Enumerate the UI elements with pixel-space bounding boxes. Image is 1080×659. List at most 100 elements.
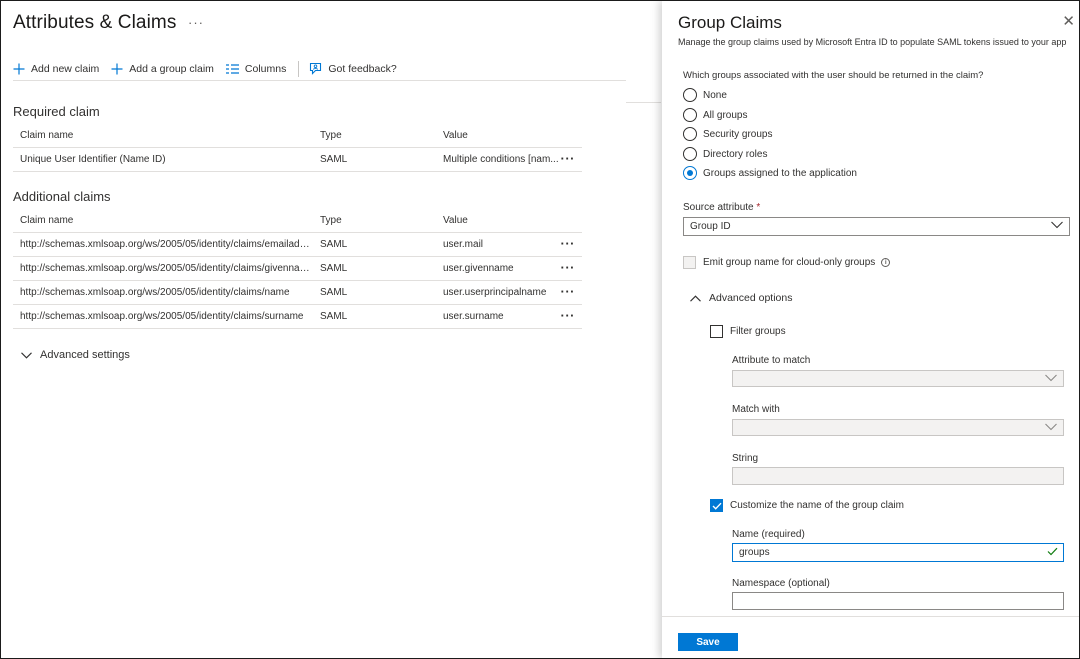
panel-title: Group Claims	[678, 13, 782, 32]
customize-group-claim-label: Customize the name of the group claim	[730, 500, 904, 511]
claim-name-value: groups	[739, 547, 770, 558]
claim-name-cell[interactable]: http://schemas.xmlsoap.org/ws/2005/05/id…	[13, 239, 313, 250]
radio-label: All groups	[703, 109, 748, 121]
additional-claims-heading: Additional claims	[13, 189, 111, 204]
emit-group-name-checkbox[interactable]: Emit group name for cloud-only groups i	[683, 256, 891, 269]
radio-label: Security groups	[703, 128, 773, 140]
row-more-button[interactable]: ···	[561, 260, 576, 275]
column-header-value[interactable]: Value	[436, 215, 582, 226]
chevron-down-icon	[1045, 374, 1057, 382]
chevron-down-icon	[1051, 221, 1063, 229]
radio-button[interactable]	[683, 147, 697, 161]
radio-button[interactable]	[683, 127, 697, 141]
required-asterisk: *	[756, 202, 761, 213]
chevron-up-icon	[690, 294, 701, 302]
column-header-value[interactable]: Value	[436, 130, 582, 141]
claim-name-input[interactable]: groups	[732, 543, 1064, 562]
table-row[interactable]: http://schemas.xmlsoap.org/ws/2005/05/id…	[13, 305, 582, 329]
row-more-button[interactable]: ···	[561, 151, 576, 166]
namespace-input[interactable]	[732, 592, 1064, 610]
match-with-dropdown[interactable]	[732, 419, 1064, 436]
radio-button[interactable]	[683, 88, 697, 102]
feedback-button[interactable]: Got feedback?	[309, 59, 397, 79]
table-header-row: Claim name Type Value	[13, 209, 582, 233]
filter-groups-label: Filter groups	[730, 326, 786, 337]
radio-button-selected[interactable]	[683, 166, 697, 180]
radio-groups-assigned[interactable]: Groups assigned to the application	[683, 166, 857, 180]
close-icon[interactable]: ✕	[1062, 14, 1075, 29]
source-attribute-label: Source attribute *	[683, 202, 760, 213]
feedback-icon	[309, 62, 322, 75]
additional-claims-table: Claim name Type Value http://schemas.xml…	[13, 209, 582, 329]
save-button[interactable]: Save	[678, 633, 738, 651]
attribute-to-match-label: Attribute to match	[732, 355, 811, 366]
row-more-button[interactable]: ···	[561, 308, 576, 323]
string-label: String	[732, 453, 759, 464]
radio-directory-roles[interactable]: Directory roles	[683, 147, 767, 161]
radio-all-groups[interactable]: All groups	[683, 108, 747, 122]
claim-type-cell: SAML	[320, 239, 348, 250]
page-title: Attributes & Claims	[13, 12, 177, 33]
required-claim-table: Claim name Type Value Unique User Identi…	[13, 124, 582, 172]
plus-icon	[13, 63, 25, 75]
radio-none[interactable]: None	[683, 88, 727, 102]
column-header-type[interactable]: Type	[313, 130, 436, 141]
panel-body: Which groups associated with the user sh…	[662, 53, 1079, 616]
panel-footer: Save	[662, 616, 1079, 658]
checkbox[interactable]	[710, 325, 723, 338]
add-new-claim-button[interactable]: Add new claim	[13, 59, 99, 79]
add-new-claim-label: Add new claim	[31, 62, 100, 75]
column-header-claim-name[interactable]: Claim name	[13, 130, 313, 141]
table-row[interactable]: http://schemas.xmlsoap.org/ws/2005/05/id…	[13, 233, 582, 257]
attributes-claims-page: Attributes & Claims ··· Add new claim Ad…	[1, 1, 661, 658]
claim-name-cell[interactable]: http://schemas.xmlsoap.org/ws/2005/05/id…	[13, 263, 313, 274]
columns-button[interactable]: Columns	[225, 59, 286, 79]
info-icon[interactable]: i	[881, 258, 891, 267]
customize-group-claim-checkbox[interactable]: Customize the name of the group claim	[710, 499, 904, 512]
claim-name-cell[interactable]: http://schemas.xmlsoap.org/ws/2005/05/id…	[13, 311, 313, 322]
window-frame: Attributes & Claims ··· Add new claim Ad…	[0, 0, 1080, 659]
radio-security-groups[interactable]: Security groups	[683, 127, 772, 141]
match-with-label: Match with	[732, 404, 780, 415]
advanced-settings-label: Advanced settings	[40, 349, 130, 361]
table-row[interactable]: http://schemas.xmlsoap.org/ws/2005/05/id…	[13, 257, 582, 281]
toolbar-separator	[298, 60, 300, 77]
checkbox[interactable]	[683, 256, 696, 269]
attribute-to-match-dropdown[interactable]	[732, 370, 1064, 387]
group-claims-panel: Group Claims ✕ Manage the group claims u…	[662, 1, 1079, 658]
valid-check-icon	[1047, 547, 1058, 556]
radio-label: None	[703, 89, 727, 101]
chevron-down-icon	[1045, 423, 1057, 431]
table-row[interactable]: Unique User Identifier (Name ID) SAML Mu…	[13, 148, 582, 172]
source-attribute-text: Source attribute	[683, 202, 754, 213]
column-header-type[interactable]: Type	[313, 215, 436, 226]
radio-label: Directory roles	[703, 148, 768, 160]
row-more-button[interactable]: ···	[561, 236, 576, 251]
add-group-claim-label: Add a group claim	[129, 62, 214, 75]
row-more-button[interactable]: ···	[561, 284, 576, 299]
groups-question: Which groups associated with the user sh…	[683, 70, 984, 81]
divider	[626, 102, 661, 103]
checkbox-checked[interactable]	[710, 499, 723, 512]
claim-name-cell[interactable]: http://schemas.xmlsoap.org/ws/2005/05/id…	[13, 287, 313, 298]
radio-button[interactable]	[683, 108, 697, 122]
source-attribute-value: Group ID	[690, 221, 731, 232]
page-more-button[interactable]: ···	[188, 15, 204, 30]
table-row[interactable]: http://schemas.xmlsoap.org/ws/2005/05/id…	[13, 281, 582, 305]
claim-name-cell[interactable]: Unique User Identifier (Name ID)	[13, 154, 313, 165]
advanced-settings-toggle[interactable]: Advanced settings	[21, 349, 130, 361]
command-bar: Add new claim Add a group claim Columns	[13, 57, 626, 81]
string-input[interactable]	[732, 467, 1064, 485]
plus-icon	[111, 63, 123, 75]
checkmark-icon	[712, 502, 722, 510]
required-claim-heading: Required claim	[13, 104, 100, 119]
panel-subtitle: Manage the group claims used by Microsof…	[678, 37, 1067, 47]
source-attribute-dropdown[interactable]: Group ID	[683, 217, 1070, 236]
add-group-claim-button[interactable]: Add a group claim	[111, 59, 214, 79]
advanced-options-toggle[interactable]: Advanced options	[690, 292, 792, 304]
chevron-down-icon	[21, 351, 32, 359]
claim-type-cell: SAML	[320, 154, 348, 165]
column-header-claim-name[interactable]: Claim name	[13, 215, 313, 226]
filter-groups-checkbox[interactable]: Filter groups	[710, 325, 786, 338]
claim-type-cell: SAML	[320, 311, 348, 322]
